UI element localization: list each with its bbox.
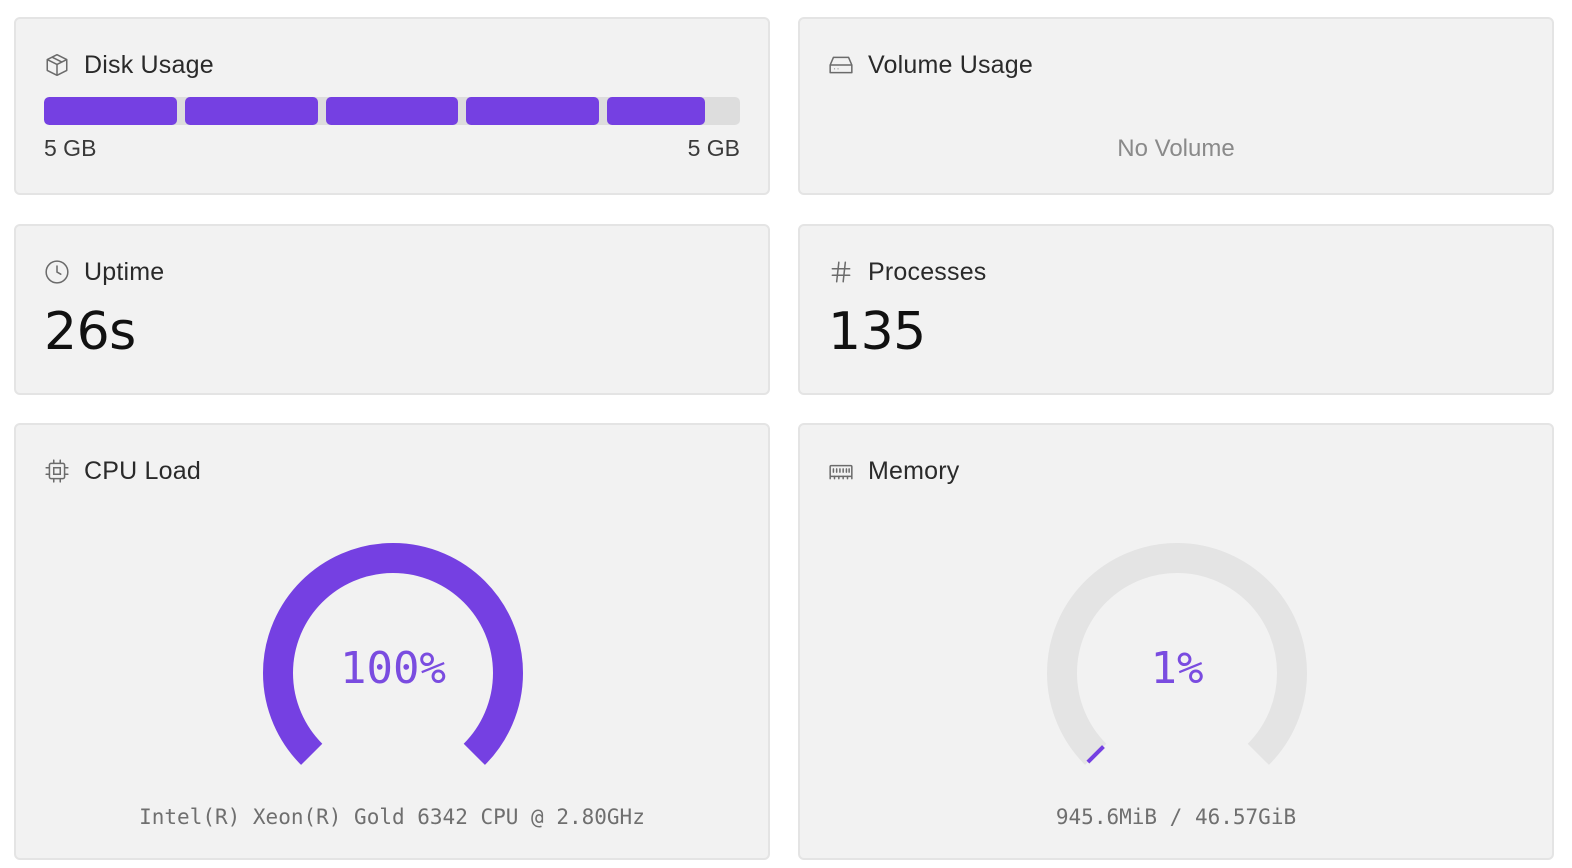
disk-usage-segment xyxy=(184,97,318,125)
disk-total-label: 5 GB xyxy=(687,135,740,161)
processes-header: Processes xyxy=(828,256,987,288)
memory-percent: 1% xyxy=(1150,643,1204,694)
cpu-model: Intel(R) Xeon(R) Gold 6342 CPU @ 2.80GHz xyxy=(139,805,645,829)
hard-drive-icon xyxy=(828,52,854,78)
disk-usage-segment xyxy=(466,97,600,125)
processes-value: 135 xyxy=(828,302,926,362)
processes-card: Processes 135 xyxy=(798,224,1554,395)
no-volume-text: No Volume xyxy=(1117,135,1235,162)
memory-stick-icon xyxy=(828,458,854,484)
cpu-icon xyxy=(44,458,70,484)
processes-title: Processes xyxy=(868,257,987,286)
uptime-title: Uptime xyxy=(84,257,165,286)
hash-icon xyxy=(828,259,854,285)
uptime-card: Uptime 26s xyxy=(14,224,770,395)
cpu-load-card: CPU Load 100% Intel(R) Xeon(R) Gold 6342… xyxy=(14,423,770,860)
memory-card: Memory 1% 945.6MiB / 46.57GiB xyxy=(798,423,1554,860)
volume-usage-card: Volume Usage No Volume xyxy=(798,17,1554,195)
clock-icon xyxy=(44,259,70,285)
volume-usage-header: Volume Usage xyxy=(828,49,1033,81)
disk-usage-header: Disk Usage xyxy=(44,49,214,81)
cpu-load-header: CPU Load xyxy=(44,455,201,487)
disk-usage-bar xyxy=(44,97,740,125)
disk-used-label: 5 GB xyxy=(44,135,97,161)
memory-gauge: 1% xyxy=(1012,525,1342,785)
disk-usage-segment xyxy=(607,97,706,125)
cpu-percent: 100% xyxy=(340,643,446,694)
disk-usage-segment xyxy=(325,97,459,125)
uptime-header: Uptime xyxy=(44,256,164,288)
disk-usage-title: Disk Usage xyxy=(84,50,214,79)
memory-title: Memory xyxy=(868,456,960,485)
disk-usage-segment xyxy=(44,97,177,125)
memory-usage: 945.6MiB / 46.57GiB xyxy=(1055,805,1297,829)
disk-usage-card: Disk Usage 5 GB 5 GB xyxy=(14,17,770,195)
package-icon xyxy=(44,52,70,78)
volume-usage-title: Volume Usage xyxy=(868,50,1033,79)
uptime-value: 26s xyxy=(44,302,136,362)
cpu-gauge: 100% xyxy=(228,525,558,785)
memory-header: Memory xyxy=(828,455,959,487)
cpu-load-title: CPU Load xyxy=(84,456,201,485)
